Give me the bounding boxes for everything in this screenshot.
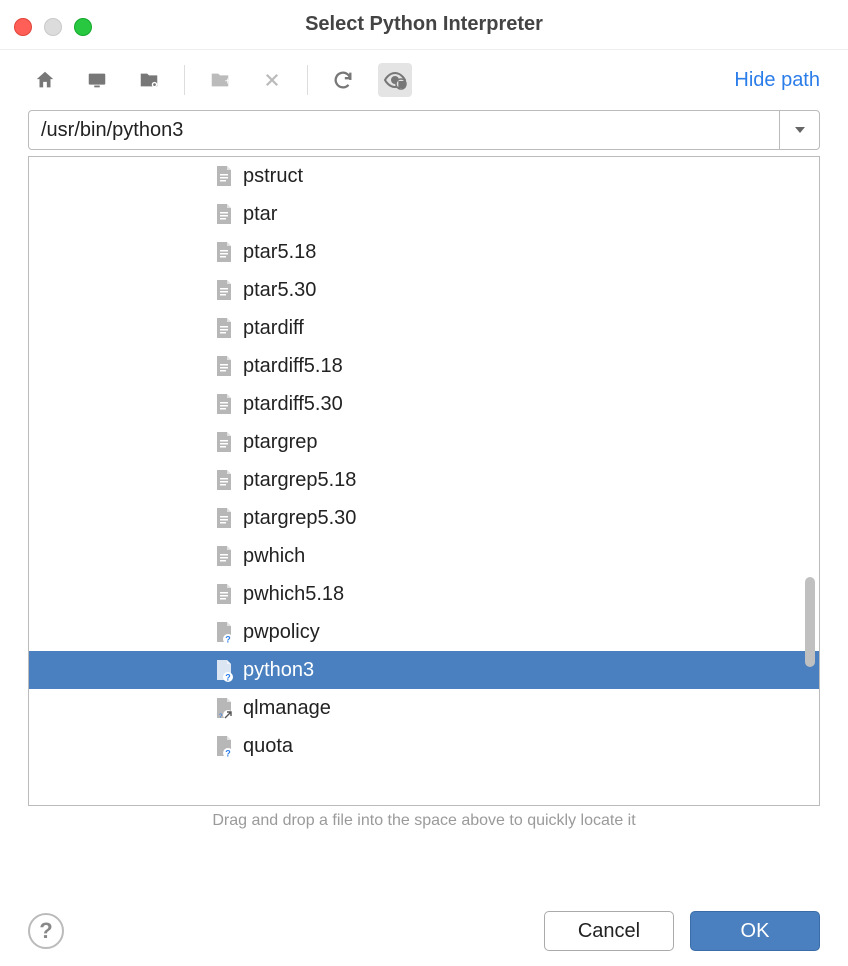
show-hidden-button[interactable]: ≣ — [378, 63, 412, 97]
svg-text:?: ? — [225, 635, 231, 645]
file-list-container: pstruct ptar ptar5.18 ptar5.30 ptardiff … — [28, 156, 820, 806]
drop-hint: Drag and drop a file into the space abov… — [0, 812, 848, 830]
separator — [184, 65, 185, 95]
file-row[interactable]: ? quota — [29, 727, 819, 765]
file-row[interactable]: ptargrep5.18 — [29, 461, 819, 499]
file-name: ptargrep — [243, 431, 318, 454]
file-icon — [213, 506, 235, 530]
svg-text:?: ? — [225, 749, 231, 759]
file-row[interactable]: ptar — [29, 195, 819, 233]
zoom-window-icon[interactable] — [74, 18, 92, 36]
titlebar: Select Python Interpreter — [0, 0, 848, 50]
file-name: ptardiff — [243, 317, 304, 340]
file-icon — [213, 354, 235, 378]
close-window-icon[interactable] — [14, 18, 32, 36]
file-row[interactable]: pstruct — [29, 157, 819, 195]
file-icon: ? — [213, 658, 235, 682]
file-icon — [213, 544, 235, 568]
file-icon — [213, 202, 235, 226]
toolbar: + ≣ Hide path — [0, 50, 848, 110]
file-row[interactable]: ptardiff5.30 — [29, 385, 819, 423]
file-name: pstruct — [243, 165, 303, 188]
path-input[interactable] — [29, 111, 779, 149]
hide-path-link[interactable]: Hide path — [734, 69, 820, 92]
file-icon — [213, 164, 235, 188]
file-list[interactable]: pstruct ptar ptar5.18 ptar5.30 ptardiff … — [29, 157, 819, 805]
svg-text:?: ? — [225, 673, 231, 683]
file-name: python3 — [243, 659, 314, 682]
file-row[interactable]: ptardiff — [29, 309, 819, 347]
file-name: quota — [243, 735, 293, 758]
file-icon — [213, 582, 235, 606]
minimize-window-icon — [44, 18, 62, 36]
new-folder-button: + — [203, 63, 237, 97]
refresh-button[interactable] — [326, 63, 360, 97]
file-icon — [213, 240, 235, 264]
scrollbar-thumb[interactable] — [805, 577, 815, 667]
svg-text:+: + — [225, 77, 231, 88]
file-name: ptardiff5.18 — [243, 355, 343, 378]
file-row[interactable]: ptar5.18 — [29, 233, 819, 271]
dialog-title: Select Python Interpreter — [0, 13, 848, 36]
file-name: ptardiff5.30 — [243, 393, 343, 416]
file-icon: ? — [213, 696, 235, 720]
file-row[interactable]: ptar5.30 — [29, 271, 819, 309]
ok-button[interactable]: OK — [690, 911, 820, 951]
file-row[interactable]: pwhich5.18 — [29, 575, 819, 613]
file-icon — [213, 392, 235, 416]
file-name: pwhich5.18 — [243, 583, 344, 606]
file-icon — [213, 430, 235, 454]
file-row[interactable]: ptargrep5.30 — [29, 499, 819, 537]
file-icon — [213, 316, 235, 340]
separator — [307, 65, 308, 95]
file-name: ptar — [243, 203, 277, 226]
cancel-button[interactable]: Cancel — [544, 911, 674, 951]
file-row[interactable]: ? python3 — [29, 651, 819, 689]
file-name: ptargrep5.30 — [243, 507, 356, 530]
file-name: pwhich — [243, 545, 305, 568]
project-button[interactable] — [132, 63, 166, 97]
footer: ? Cancel OK — [0, 896, 848, 966]
file-name: ptargrep5.18 — [243, 469, 356, 492]
file-row[interactable]: ? qlmanage — [29, 689, 819, 727]
delete-button — [255, 63, 289, 97]
file-row[interactable]: ptargrep — [29, 423, 819, 461]
help-button[interactable]: ? — [28, 913, 64, 949]
svg-text:≣: ≣ — [399, 80, 406, 89]
file-icon: ? — [213, 734, 235, 758]
home-button[interactable] — [28, 63, 62, 97]
file-icon — [213, 278, 235, 302]
file-row[interactable]: ptardiff5.18 — [29, 347, 819, 385]
file-icon — [213, 468, 235, 492]
file-name: ptar5.18 — [243, 241, 316, 264]
file-name: ptar5.30 — [243, 279, 316, 302]
file-row[interactable]: pwhich — [29, 537, 819, 575]
window-controls — [14, 18, 92, 36]
path-dropdown-button[interactable] — [779, 111, 819, 149]
file-row[interactable]: ? pwpolicy — [29, 613, 819, 651]
desktop-button[interactable] — [80, 63, 114, 97]
path-bar — [28, 110, 820, 150]
file-name: qlmanage — [243, 697, 331, 720]
file-icon: ? — [213, 620, 235, 644]
file-name: pwpolicy — [243, 621, 320, 644]
